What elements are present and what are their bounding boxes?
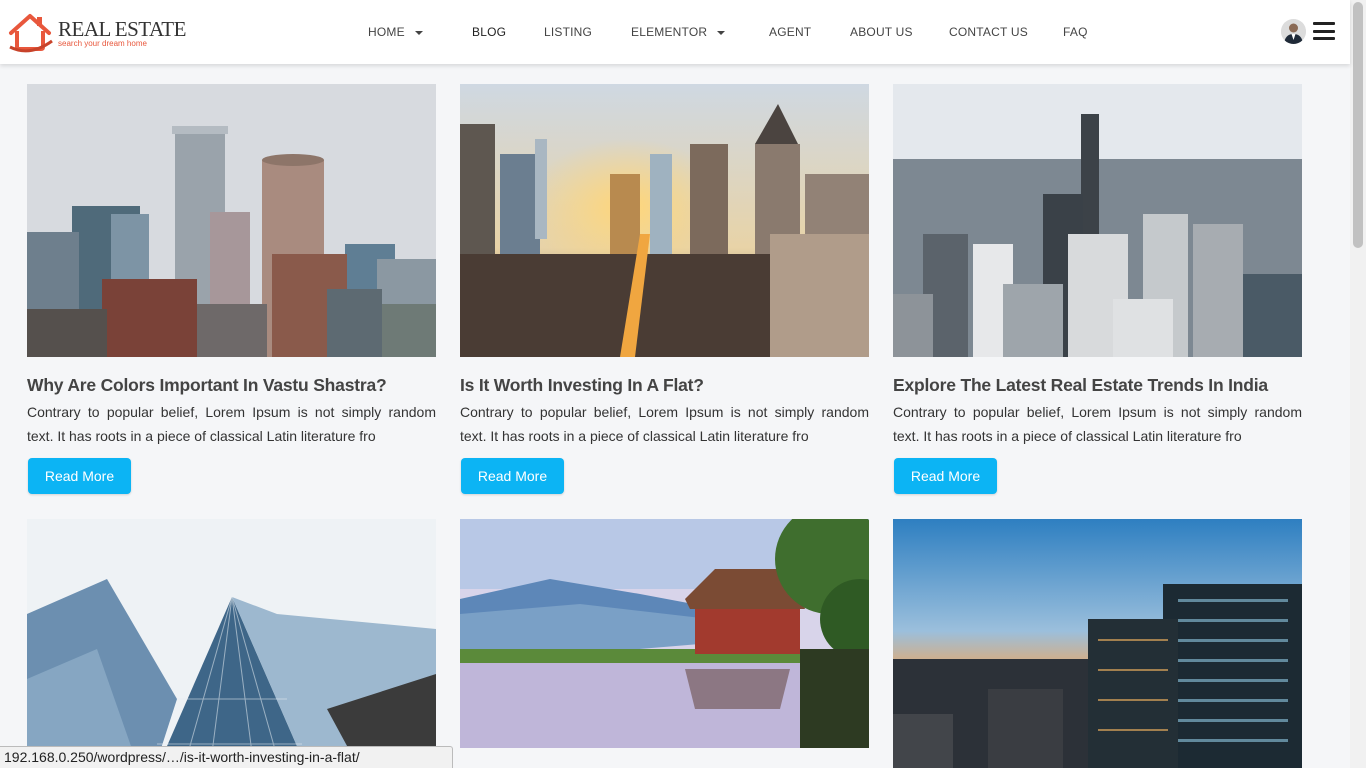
city-dusk-towers-image[interactable]: [893, 519, 1302, 768]
caret-down-icon: [414, 30, 423, 35]
site-header: REAL ESTATE search your dream home HOME …: [0, 0, 1350, 64]
nav-item-listing[interactable]: LISTING: [544, 25, 592, 39]
nav-label: ELEMENTOR: [631, 25, 708, 39]
nav-item-elementor[interactable]: ELEMENTOR: [631, 25, 726, 39]
nav-item-agent[interactable]: AGENT: [769, 25, 811, 39]
read-more-button[interactable]: Read More: [461, 458, 564, 494]
nav-item-home[interactable]: HOME: [368, 25, 423, 39]
link-status-bar: 192.168.0.250/wordpress/…/is-it-worth-in…: [0, 746, 453, 768]
nav-label: BLOG: [472, 25, 507, 39]
nav-item-faq[interactable]: FAQ: [1063, 25, 1088, 39]
user-avatar[interactable]: [1281, 19, 1306, 44]
nav-label: CONTACT US: [949, 25, 1028, 39]
city-street-sunset-image[interactable]: [460, 84, 869, 357]
post-excerpt: Contrary to popular belief, Lorem Ipsum …: [460, 404, 869, 444]
nav-label: FAQ: [1063, 25, 1088, 39]
read-more-button[interactable]: Read More: [28, 458, 131, 494]
hamburger-menu-icon[interactable]: [1313, 22, 1335, 42]
mountain-lake-house-image[interactable]: [460, 519, 869, 748]
nav-label: HOME: [368, 25, 405, 39]
glass-skyscrapers-image[interactable]: [27, 519, 436, 768]
post-excerpt: Contrary to popular belief, Lorem Ipsum …: [893, 404, 1302, 444]
scrollbar-thumb[interactable]: [1353, 2, 1363, 248]
read-more-button[interactable]: Read More: [894, 458, 997, 494]
person-icon: [1281, 19, 1306, 44]
nav-label: ABOUT US: [850, 25, 913, 39]
aerial-city-image[interactable]: [893, 84, 1302, 357]
post-title[interactable]: Explore The Latest Real Estate Trends In…: [893, 375, 1268, 396]
main-nav: HOME BLOG LISTING ELEMENTOR AGENT ABOUT …: [0, 0, 1350, 64]
nav-item-contact-us[interactable]: CONTACT US: [949, 25, 1028, 39]
city-skyline-image[interactable]: [27, 84, 436, 357]
nav-label: LISTING: [544, 25, 593, 39]
caret-down-icon: [717, 30, 726, 35]
nav-item-about-us[interactable]: ABOUT US: [850, 25, 913, 39]
post-title[interactable]: Is It Worth Investing In A Flat?: [460, 375, 704, 396]
post-title[interactable]: Why Are Colors Important In Vastu Shastr…: [27, 375, 387, 396]
page-scrollbar[interactable]: [1350, 0, 1366, 768]
post-excerpt: Contrary to popular belief, Lorem Ipsum …: [27, 404, 436, 444]
nav-label: AGENT: [769, 25, 812, 39]
nav-item-blog[interactable]: BLOG: [472, 25, 506, 39]
